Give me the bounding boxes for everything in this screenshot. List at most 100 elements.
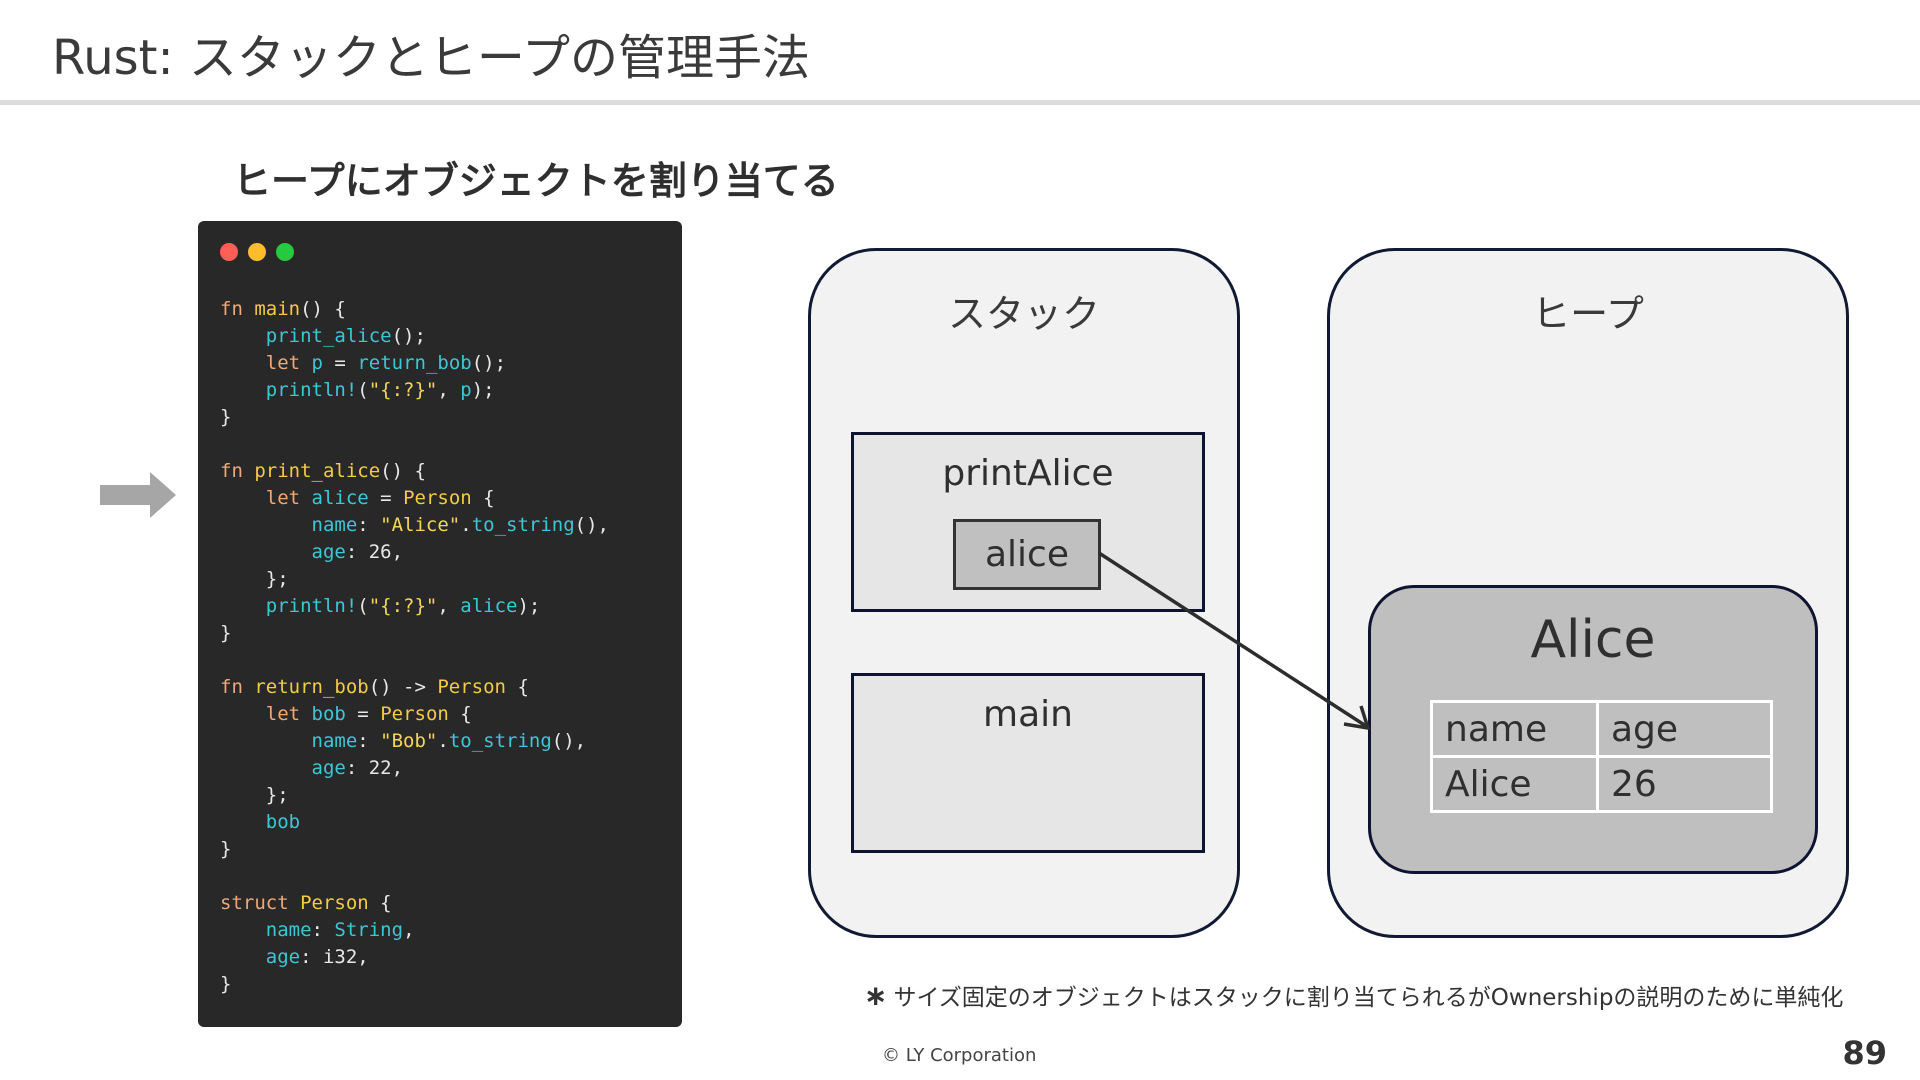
code-line: println!("{:?}", alice); (220, 593, 609, 620)
code-token: : 22, (345, 757, 404, 779)
code-token: } (220, 406, 232, 428)
code-token: ( (357, 379, 369, 401)
field-value-name: Alice (1430, 755, 1599, 813)
code-line: ​ (220, 647, 609, 674)
code-token: { (368, 892, 392, 914)
code-line: name: "Bob".to_string(), (220, 728, 609, 755)
code-line: let p = return_bob(); (220, 350, 609, 377)
code-token: . (437, 730, 449, 752)
code-token: let (265, 352, 312, 374)
code-line: age: i32, (220, 944, 609, 971)
code-token: print_alice (254, 460, 381, 482)
frame-label-print-alice: printAlice (942, 453, 1114, 494)
code-token: Person (300, 892, 369, 914)
code-token: } (220, 622, 232, 644)
code-token: alice (311, 487, 369, 509)
slide-subtitle: ヒープにオブジェクトを割り当てる (233, 159, 839, 203)
code-line: ​ (220, 863, 609, 890)
field-value-row: Alice 26 (1430, 755, 1773, 813)
code-line: }; (220, 566, 609, 593)
code-line: bob (220, 809, 609, 836)
code-line: } (220, 971, 609, 998)
code-token: { (448, 703, 472, 725)
code-token: } (220, 838, 232, 860)
code-token: , (437, 379, 461, 401)
code-line: } (220, 620, 609, 647)
code-window: fn main() { print_alice(); let p = retur… (198, 221, 682, 1027)
code-token: , (403, 919, 415, 941)
code-token: { (506, 676, 529, 698)
code-token: : (357, 730, 381, 752)
code-token: (); (391, 325, 426, 347)
code-line: println!("{:?}", p); (220, 377, 609, 404)
code-line: name: "Alice".to_string(), (220, 512, 609, 539)
code-token: { (471, 487, 495, 509)
code-token: age (311, 757, 346, 779)
code-token: = (368, 487, 404, 509)
code-token: to_string (448, 730, 552, 752)
code-token: () -> (368, 676, 438, 698)
code-token: = (345, 703, 381, 725)
code-token: name (265, 919, 312, 941)
field-header-age: age (1596, 700, 1773, 758)
window-minimize-dot (248, 243, 266, 261)
field-header-row: name age (1430, 700, 1773, 758)
code-token: "Bob" (380, 730, 438, 752)
code-token: (); (471, 352, 507, 374)
code-token: println! (265, 595, 358, 617)
code-token: : (357, 514, 381, 536)
code-token: bob (311, 703, 346, 725)
window-close-dot (220, 243, 238, 261)
code-token: (), (551, 730, 587, 752)
code-token: String (334, 919, 404, 941)
title-divider (0, 100, 1920, 105)
code-token: struct (220, 892, 301, 914)
page-number: 89 (1842, 1034, 1887, 1072)
code-line: fn print_alice() { (220, 458, 609, 485)
heap-object-alice: Alice name age Alice 26 (1368, 585, 1818, 874)
heap-object-fields: name age Alice 26 (1430, 700, 1773, 813)
code-line: } (220, 404, 609, 431)
code-token: () { (300, 298, 346, 320)
code-token: main (254, 298, 301, 320)
code-token: }; (220, 784, 289, 806)
stack-frame-main: main (851, 673, 1205, 853)
code-token: bob (265, 811, 301, 833)
code-token: p (311, 352, 323, 374)
code-token: (), (574, 514, 609, 536)
code-token: : (311, 919, 335, 941)
slide-title: Rust: スタックとヒープの管理手法 (52, 30, 810, 86)
code-token: , (437, 595, 461, 617)
code-token: age (265, 946, 301, 968)
window-maximize-dot (276, 243, 294, 261)
code-token: return_bob (254, 676, 369, 698)
code-token: = (322, 352, 358, 374)
footnote-mark: ∗ (864, 979, 888, 1012)
footnote-text: サイズ固定のオブジェクトはスタックに割り当てられるがOwnershipの説明のた… (893, 985, 1844, 1011)
heap-label: ヒープ (1532, 292, 1644, 336)
code-line: print_alice(); (220, 323, 609, 350)
code-token: }; (220, 568, 289, 590)
code-token: return_bob (357, 352, 472, 374)
code-token: : 26, (345, 541, 404, 563)
code-token: ); (517, 595, 541, 617)
current-line-arrow-icon (100, 472, 176, 518)
code-token: alice (460, 595, 518, 617)
copyright: © LY Corporation (882, 1045, 1037, 1066)
code-token: name (311, 730, 358, 752)
code-line: let alice = Person { (220, 485, 609, 512)
code-token: to_string (471, 514, 575, 536)
code-token: let (265, 703, 312, 725)
code-token: "{:?}" (368, 595, 438, 617)
code-line: age: 22, (220, 755, 609, 782)
